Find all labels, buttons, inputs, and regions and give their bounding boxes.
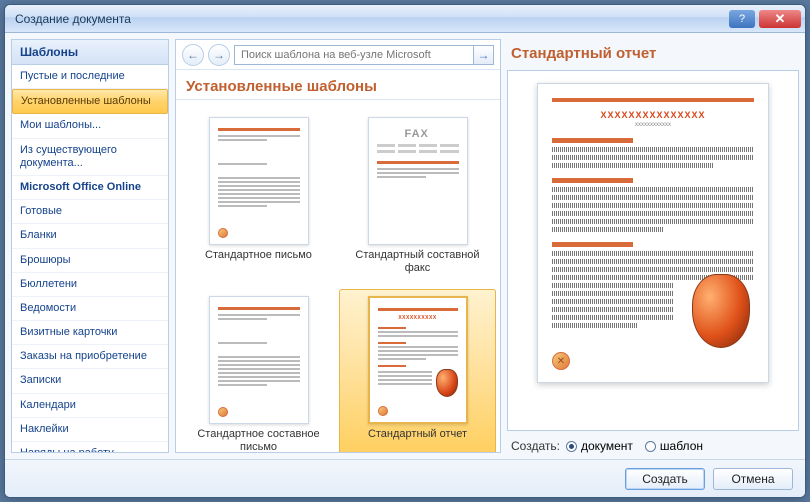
preview-pane: Стандартный отчет XXXXXXXXXXXXXXX xxxxxx…	[507, 39, 799, 453]
sidebar-item[interactable]: Календари	[12, 394, 168, 418]
sidebar: Шаблоны Пустые и последниеУстановленные …	[11, 39, 169, 453]
radio-template[interactable]: шаблон	[645, 439, 703, 453]
radio-document[interactable]: документ	[566, 439, 633, 453]
search-go-button[interactable]: →	[474, 45, 494, 65]
template-label: Стандартный составной факс	[353, 249, 483, 274]
sidebar-item[interactable]: Мои шаблоны...	[12, 114, 168, 138]
create-button[interactable]: Создать	[625, 468, 705, 490]
radio-label: шаблон	[660, 439, 703, 453]
sidebar-item[interactable]: Бланки	[12, 224, 168, 248]
template-gallery[interactable]: Стандартное письмо FAXСтандартный составн…	[176, 100, 500, 452]
close-button[interactable]: ✕	[759, 10, 801, 28]
flower-icon	[692, 274, 750, 348]
radio-icon	[645, 441, 656, 452]
preview-document: XXXXXXXXXXXXXXX xxxxxxxxxxxx ✕	[537, 83, 769, 383]
sidebar-item[interactable]: Брошюры	[12, 249, 168, 273]
preview-heading: XXXXXXXXXXXXXXX	[552, 110, 754, 120]
titlebar[interactable]: Создание документа ? ✕	[5, 5, 805, 33]
logo-dot-icon: ✕	[552, 352, 570, 370]
sidebar-item-list[interactable]: Пустые и последниеУстановленные шаблоныМ…	[12, 65, 168, 452]
sidebar-item[interactable]: Ведомости	[12, 297, 168, 321]
window-controls: ? ✕	[729, 10, 801, 28]
dialog-footer: Создать Отмена	[5, 459, 805, 497]
help-button[interactable]: ?	[729, 10, 755, 28]
radio-icon	[566, 441, 577, 452]
radio-label: документ	[581, 439, 633, 453]
dialog-body: Шаблоны Пустые и последниеУстановленные …	[5, 33, 805, 459]
sidebar-item[interactable]: Готовые	[12, 200, 168, 224]
template-item[interactable]: XXXXXXXXXXСтандартный отчет	[339, 289, 496, 452]
template-label: Стандартное письмо	[205, 249, 312, 262]
sidebar-item[interactable]: Пустые и последние	[12, 65, 168, 89]
create-label: Создать:	[511, 439, 560, 453]
sidebar-item[interactable]: Бюллетени	[12, 273, 168, 297]
preview-box: XXXXXXXXXXXXXXX xxxxxxxxxxxx ✕	[507, 70, 799, 431]
sidebar-item[interactable]: Записки	[12, 369, 168, 393]
template-panel: ← → → Установленные шаблоны Стандартное …	[175, 39, 501, 453]
search-input[interactable]	[234, 45, 474, 65]
preview-title: Стандартный отчет	[507, 39, 799, 70]
template-label: Стандартное составное письмо	[194, 428, 324, 452]
window-title: Создание документа	[15, 12, 729, 26]
preview-subheading: xxxxxxxxxxxx	[552, 122, 754, 128]
sidebar-item[interactable]: Microsoft Office Online	[12, 176, 168, 200]
template-item[interactable]: Стандартное составное письмо	[180, 289, 337, 452]
search-wrap: →	[234, 45, 494, 65]
sidebar-item[interactable]: Визитные карточки	[12, 321, 168, 345]
panel-title: Установленные шаблоны	[176, 70, 500, 100]
nav-back-button[interactable]: ←	[182, 44, 204, 66]
template-item[interactable]: FAXСтандартный составной факс	[339, 110, 496, 281]
sidebar-header: Шаблоны	[12, 40, 168, 65]
sidebar-item[interactable]: Наряды на работу	[12, 442, 168, 452]
sidebar-item[interactable]: Установленные шаблоны	[12, 89, 168, 114]
dialog-window: Создание документа ? ✕ Шаблоны Пустые и …	[4, 4, 806, 498]
sidebar-item[interactable]: Заказы на приобретение	[12, 345, 168, 369]
template-label: Стандартный отчет	[368, 428, 467, 441]
create-options: Создать: документ шаблон	[507, 431, 799, 453]
cancel-button[interactable]: Отмена	[713, 468, 793, 490]
navbar: ← → →	[176, 40, 500, 70]
sidebar-item[interactable]: Наклейки	[12, 418, 168, 442]
sidebar-item[interactable]: Из существующего документа...	[12, 139, 168, 176]
template-item[interactable]: Стандартное письмо	[180, 110, 337, 281]
nav-forward-button[interactable]: →	[208, 44, 230, 66]
